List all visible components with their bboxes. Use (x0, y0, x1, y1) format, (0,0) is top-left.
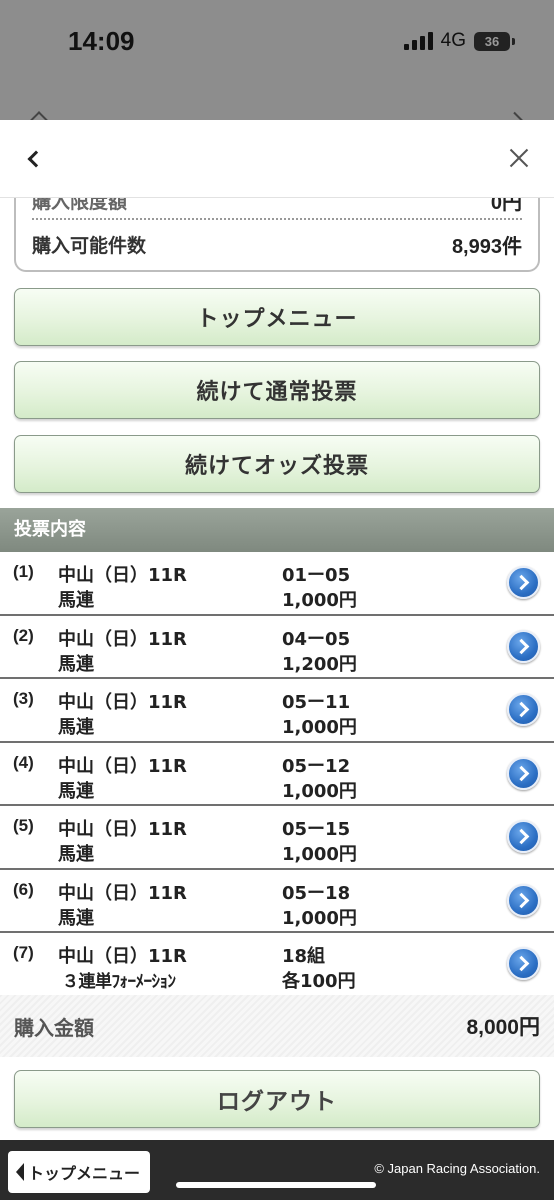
nav-bar (0, 120, 554, 198)
available-count-label: 購入可能件数 (32, 235, 147, 257)
bet-row[interactable]: (4) 中山（日）11R 馬連 05ー12 1,000円 (0, 742, 554, 806)
signal-icon (403, 32, 433, 50)
chevron-right-icon[interactable] (507, 947, 540, 980)
bet-amount: 1,000円 (282, 717, 357, 738)
footer-top-menu-button[interactable]: トップメニュー (8, 1151, 151, 1193)
bet-amount: 各100円 (282, 971, 356, 992)
bet-race: 中山（日）11R (58, 628, 187, 650)
bet-combination: 05ー18 (282, 882, 351, 904)
status-time: 14:09 (68, 26, 135, 56)
bet-type: ３連単ﾌｫｰﾒｰｼｮﾝ (62, 972, 176, 992)
footer: トップメニュー © Japan Racing Association. (0, 1140, 554, 1200)
chevron-right-icon[interactable] (507, 883, 540, 917)
bet-index: (7) (13, 943, 34, 962)
bet-index: (5) (13, 816, 34, 835)
continue-normal-vote-button[interactable]: 続けて通常投票 (14, 361, 540, 419)
bet-index: (6) (13, 879, 34, 899)
bet-row[interactable]: (1) 中山（日）11R 馬連 01ー05 1,000円 (0, 552, 554, 616)
purchase-total-value: 8,000円 (466, 1016, 540, 1039)
close-icon[interactable] (504, 144, 534, 174)
bet-row[interactable]: (6) 中山（日）11R 馬連 05ー18 1,000円 (0, 869, 554, 933)
available-count-value: 8,993件 (451, 236, 522, 258)
bet-amount: 1,000円 (282, 780, 357, 802)
bet-row[interactable]: (5) 中山（日）11R 馬連 05ー15 1,000円 (0, 806, 554, 870)
bet-amount: 1,000円 (282, 907, 357, 929)
network-type: 4G (440, 30, 466, 51)
bet-combination: 05ー15 (282, 819, 351, 840)
available-count-row: 購入可能件数 8,993件 (32, 230, 522, 259)
bet-race: 中山（日）11R (58, 882, 187, 904)
bet-amount: 1,000円 (282, 590, 357, 611)
bet-row[interactable]: (7) 中山（日）11R ３連単ﾌｫｰﾒｰｼｮﾝ 18組 各100円 (0, 933, 554, 997)
bet-index: (4) (13, 752, 34, 772)
bet-type: 馬連 (58, 717, 94, 738)
chevron-right-icon[interactable] (507, 566, 540, 599)
divider (32, 218, 522, 220)
bet-combination: 18組 (282, 946, 326, 967)
bet-combination: 04ー05 (282, 628, 351, 650)
footer-top-menu-label: トップメニュー (28, 1164, 141, 1183)
bet-row[interactable]: (2) 中山（日）11R 馬連 04ー05 1,200円 (0, 615, 554, 679)
continue-odds-vote-button[interactable]: 続けてオッズ投票 (14, 435, 540, 493)
back-chevron-icon[interactable] (20, 142, 50, 176)
status-indicators: 4G 36 (403, 30, 515, 52)
bet-amount: 1,200円 (282, 653, 357, 675)
bet-race: 中山（日）11R (58, 565, 187, 586)
bet-race: 中山（日）11R (58, 819, 187, 840)
top-menu-button[interactable]: トップメニュー (14, 288, 540, 346)
bet-combination: 01ー05 (282, 565, 351, 586)
modal-sheet: 購入限度額 0円 購入可能件数 8,993件 トップメニュー 続けて通常投票 続… (0, 120, 554, 1200)
battery-icon: 36 (474, 31, 515, 51)
bet-race: 中山（日）11R (58, 755, 187, 777)
bet-type: 馬連 (58, 590, 94, 611)
bet-index: (1) (13, 562, 34, 581)
chevron-right-icon[interactable] (507, 820, 540, 853)
bet-type: 馬連 (58, 844, 94, 865)
bet-amount: 1,000円 (282, 844, 357, 865)
bet-index: (3) (13, 689, 34, 708)
chevron-right-icon[interactable] (507, 629, 540, 663)
logout-button[interactable]: ログアウト (14, 1070, 540, 1128)
chevron-right-icon[interactable] (507, 693, 540, 726)
bet-type: 馬連 (58, 907, 94, 929)
chevron-right-icon[interactable] (507, 756, 540, 790)
bet-list: (1) 中山（日）11R 馬連 01ー05 1,000円 (2) 中山（日）11… (0, 552, 554, 997)
copyright: © Japan Racing Association. (374, 1161, 540, 1176)
bet-type: 馬連 (58, 780, 94, 802)
bet-row[interactable]: (3) 中山（日）11R 馬連 05ー11 1,000円 (0, 679, 554, 743)
purchase-total-row: 購入金額 8,000円 (0, 995, 554, 1057)
home-indicator (176, 1182, 376, 1188)
status-bar: 14:09 4G 36 (0, 0, 554, 122)
bet-type: 馬連 (58, 653, 94, 675)
purchase-total-label: 購入金額 (14, 1015, 94, 1040)
section-title: 投票内容 (0, 508, 554, 552)
bet-race: 中山（日）11R (58, 692, 187, 713)
bet-race: 中山（日）11R (58, 946, 187, 967)
bet-combination: 05ー11 (282, 692, 351, 713)
bet-combination: 05ー12 (282, 755, 351, 777)
bet-index: (2) (13, 625, 34, 645)
